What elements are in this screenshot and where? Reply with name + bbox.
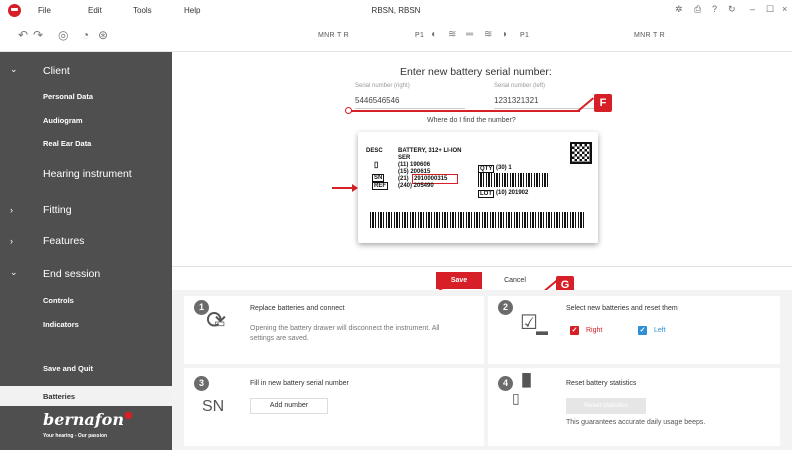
undo-icon[interactable]: ↶ bbox=[18, 28, 28, 42]
step-2-title: Select new batteries and reset them bbox=[566, 305, 678, 312]
label-ref-box: REF bbox=[372, 182, 388, 190]
step-3-number: 3 bbox=[194, 376, 209, 391]
page-title: Enter new battery serial number: bbox=[400, 66, 552, 78]
brand-logo: bernafon● bbox=[43, 410, 133, 429]
qr-code bbox=[570, 142, 592, 164]
reset-statistics-button[interactable]: Reset statistics bbox=[566, 398, 646, 414]
find-number-link[interactable]: Where do I find the number? bbox=[427, 117, 516, 124]
battery-glyph-icon: ▯ bbox=[374, 160, 379, 169]
serial-left-input[interactable]: 1231321321 bbox=[494, 96, 539, 105]
menu-edit[interactable]: Edit bbox=[88, 6, 102, 15]
battery-icon: ▯ bbox=[512, 390, 520, 406]
mic-right-icon[interactable]: ≋ bbox=[484, 29, 492, 40]
main-panel: Enter new battery serial number: Serial … bbox=[172, 52, 792, 450]
menu-tools[interactable]: Tools bbox=[133, 6, 152, 15]
left-program-label[interactable]: MNR T R bbox=[318, 32, 349, 39]
step-2-card: 2 ☑ ▬ Select new batteries and reset the… bbox=[488, 296, 780, 364]
volume-bar-icon[interactable]: ═ bbox=[466, 29, 473, 40]
step-4-card: 4 ▐▌ ▯ Reset battery statistics Reset st… bbox=[488, 368, 780, 446]
label-lot-value: (10) 201902 bbox=[496, 190, 529, 196]
serial-right-label: Serial number (right) bbox=[355, 83, 410, 89]
help-icon[interactable]: ? bbox=[712, 4, 717, 14]
label-qty-value: (30) 1 bbox=[496, 165, 512, 171]
maximize-icon[interactable]: ☐ bbox=[766, 4, 774, 15]
refresh-icon[interactable]: ↻ bbox=[728, 4, 736, 15]
sidebar: ⌄ Client Personal Data Audiogram Real Ea… bbox=[0, 52, 172, 450]
battery-icon: ▭ bbox=[214, 316, 226, 330]
callout-f-line bbox=[350, 110, 580, 112]
p1-left-label: P1 bbox=[415, 32, 425, 39]
steps-area: 1 ⟳ ▭ Replace batteries and connect Open… bbox=[172, 290, 792, 450]
step-1-title: Replace batteries and connect bbox=[250, 305, 345, 312]
battery-icon: ▬ bbox=[536, 324, 548, 338]
menu-file[interactable]: File bbox=[38, 6, 51, 15]
left-checkbox[interactable]: ✓ bbox=[638, 326, 647, 335]
label-line3: (21) bbox=[398, 176, 409, 182]
label-sn-box: SN bbox=[372, 174, 385, 182]
stats-bar-icon: ▐▌ bbox=[518, 373, 536, 387]
gauge-icon[interactable]: ◔ bbox=[82, 28, 89, 42]
step-3-title: Fill in new battery serial number bbox=[250, 380, 349, 387]
p1-right-label: P1 bbox=[520, 32, 530, 39]
battery-label-image: DESC BATTERY, 312+ LI-ION SER (11) 19060… bbox=[358, 132, 598, 243]
step-1-description: Opening the battery drawer will disconne… bbox=[250, 325, 440, 342]
speaker-icon[interactable]: ◗ bbox=[502, 29, 508, 40]
step-2-number: 2 bbox=[498, 300, 513, 315]
callout-f-diagonal bbox=[577, 97, 594, 112]
redo-icon[interactable]: ↷ bbox=[33, 28, 43, 42]
right-checkbox[interactable]: ✓ bbox=[570, 326, 579, 335]
callout-f-badge: F bbox=[594, 94, 612, 112]
callout-f-anchor bbox=[345, 107, 352, 114]
close-icon[interactable]: × bbox=[782, 4, 787, 14]
brand-tagline: Your hearing - Our passion bbox=[43, 433, 108, 439]
mic-left-icon[interactable]: ≋ bbox=[448, 29, 456, 40]
serial-left-label: Serial number (left) bbox=[494, 83, 546, 89]
label-line4: (240) 205490 bbox=[398, 183, 434, 189]
label-qty-box: QTY bbox=[478, 165, 495, 173]
window-title: RBSN, RBSN bbox=[371, 6, 421, 15]
dial-icon[interactable]: ⊛ bbox=[98, 28, 108, 42]
app-logo-icon bbox=[8, 4, 21, 17]
serial-right-underline bbox=[355, 108, 465, 109]
cancel-button[interactable]: Cancel bbox=[492, 272, 538, 289]
title-bar: File Edit Tools Help RBSN, RBSN ✲ ⎙ ? ↻ … bbox=[0, 0, 792, 22]
step-4-description: This guarantees accurate daily usage bee… bbox=[566, 419, 706, 426]
label-product: BATTERY, 312+ LI-ION bbox=[398, 148, 462, 154]
chevron-down-icon[interactable]: ⌄ bbox=[10, 64, 18, 75]
save-button[interactable]: Save bbox=[436, 272, 482, 289]
label-line1: (11) 190606 bbox=[398, 162, 431, 168]
ear-left-icon[interactable]: ◖ bbox=[430, 29, 436, 40]
print-icon[interactable]: ⎙ bbox=[694, 4, 701, 15]
step-1-card: 1 ⟳ ▭ Replace batteries and connect Open… bbox=[184, 296, 484, 364]
serial-left-underline bbox=[494, 108, 604, 109]
step-4-number: 4 bbox=[498, 376, 513, 391]
target-icon[interactable]: ◎ bbox=[58, 28, 68, 42]
label-lot-box: LOT bbox=[478, 190, 494, 198]
arrow-line bbox=[332, 187, 354, 189]
left-checkbox-label: Left bbox=[654, 327, 666, 334]
label-ser: SER bbox=[398, 155, 411, 161]
chevron-right-icon[interactable]: › bbox=[10, 205, 13, 215]
menu-help[interactable]: Help bbox=[184, 6, 200, 15]
chevron-down-icon[interactable]: ⌄ bbox=[10, 267, 18, 278]
right-checkbox-label: Right bbox=[586, 327, 603, 334]
barcode-small bbox=[478, 173, 550, 187]
chevron-right-icon[interactable]: › bbox=[10, 236, 13, 246]
barcode-large bbox=[370, 212, 586, 228]
divider bbox=[172, 266, 792, 267]
serial-number-icon: SN bbox=[202, 398, 225, 415]
label-desc: DESC bbox=[366, 148, 383, 154]
serial-right-input[interactable]: 5446546546 bbox=[355, 96, 400, 105]
add-number-button[interactable]: Add number bbox=[250, 398, 328, 414]
right-program-label[interactable]: MNR T R bbox=[634, 32, 665, 39]
step-3-card: 3 SN Fill in new battery serial number A… bbox=[184, 368, 484, 446]
settings-icon[interactable]: ✲ bbox=[675, 4, 683, 15]
minimize-icon[interactable]: – bbox=[750, 4, 755, 14]
toolbar: ↶ ↷ ◎ ◔ ⊛ MNR T R P1 ◖ ≋ ═ ≋ ◗ P1 MNR T … bbox=[0, 22, 792, 52]
step-4-title: Reset battery statistics bbox=[566, 380, 637, 387]
